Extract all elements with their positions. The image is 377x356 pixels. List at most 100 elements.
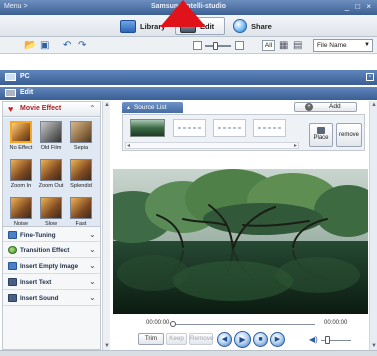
edit-mode-button[interactable]: Edit xyxy=(175,17,225,35)
scroll-left-icon[interactable]: ◂ xyxy=(127,142,130,149)
total-time: 00:00:00 xyxy=(324,320,348,326)
zoom-out-icon[interactable] xyxy=(193,41,202,50)
empty-source-slot[interactable] xyxy=(253,119,286,137)
chevron-down-icon: ⌄ xyxy=(89,261,96,270)
insert-empty-image-item[interactable]: Insert Empty Image ⌄ xyxy=(3,258,100,274)
transition-effect-item[interactable]: Transition Effect ⌄ xyxy=(3,242,100,258)
edit-bar-label: Edit xyxy=(20,89,34,96)
effect-thumbnail xyxy=(40,197,62,219)
effect-splendid[interactable]: Splendid xyxy=(66,159,96,189)
pc-bar[interactable]: PC ▫ xyxy=(0,70,377,85)
effect-thumbnail xyxy=(40,121,62,143)
effect-thumbnail xyxy=(70,159,92,181)
scroll-up-icon[interactable]: ▲ xyxy=(104,102,110,108)
left-panel-scrollbar[interactable]: ▲ ▼ xyxy=(102,101,110,350)
open-folder-icon[interactable]: 📂 xyxy=(24,40,36,51)
source-list-title: Source List xyxy=(133,104,167,111)
effect-label: Splendid xyxy=(70,183,92,189)
place-button[interactable]: Place xyxy=(309,123,333,147)
insert-sound-item[interactable]: Insert Sound ⌄ xyxy=(3,290,100,306)
sort-select[interactable]: File Name ▼ xyxy=(313,39,373,52)
chevron-down-icon: ⌄ xyxy=(89,230,96,239)
zoom-slider-track[interactable] xyxy=(205,45,231,47)
undo-icon[interactable]: ↶ xyxy=(63,40,71,51)
playback-controls: Trim Keep Remove ◀ ▶ ■ ▶ ◀) xyxy=(122,331,365,349)
edit-bar: Edit xyxy=(0,87,377,100)
forest-lake-image xyxy=(113,169,368,314)
keep-button[interactable]: Keep xyxy=(166,333,187,345)
insert-text-item[interactable]: Insert Text ⌄ xyxy=(3,274,100,290)
add-label: Add xyxy=(329,103,341,110)
effect-fast[interactable]: Fast xyxy=(66,197,96,227)
share-label: Share xyxy=(251,21,272,31)
effect-sepia[interactable]: Sepia xyxy=(66,121,96,151)
empty-image-icon xyxy=(8,262,17,270)
remove-clip-button[interactable]: Remove xyxy=(189,333,213,345)
empty-source-slot[interactable] xyxy=(173,119,206,137)
scroll-down-icon[interactable]: ▼ xyxy=(371,343,377,349)
mode-bar: Library Edit Share xyxy=(0,15,377,37)
effect-label: Sepia xyxy=(73,145,89,151)
restore-icon[interactable]: ▫ xyxy=(366,73,374,81)
share-globe-icon xyxy=(233,19,247,33)
stop-icon[interactable]: ■ xyxy=(253,332,268,347)
toolbar: 📂 ▣ ↶ ↷ All ▦ ▤ File Name ▼ xyxy=(0,37,377,54)
remove-source-button[interactable]: remove xyxy=(336,123,362,147)
save-icon[interactable]: ▣ xyxy=(40,40,49,51)
library-mode-button[interactable]: Library xyxy=(120,17,165,35)
library-label: Library xyxy=(140,21,166,31)
redo-icon[interactable]: ↷ xyxy=(78,40,86,51)
zoom-slider-handle[interactable] xyxy=(213,42,218,50)
volume-slider-handle[interactable] xyxy=(325,336,330,344)
edit-icon xyxy=(5,89,16,97)
chevron-down-icon: ⌄ xyxy=(89,245,96,254)
timeline-handle[interactable] xyxy=(170,321,176,327)
insert-sound-label: Insert Sound xyxy=(20,295,59,302)
place-icon xyxy=(317,127,325,134)
edit-film-icon xyxy=(180,19,196,33)
source-list: ◂ ▸ Place remove xyxy=(122,114,365,151)
list-view-icon[interactable]: ▤ xyxy=(293,40,302,51)
trim-button[interactable]: Trim xyxy=(138,333,164,345)
place-label: Place xyxy=(313,135,329,141)
scroll-up-icon[interactable]: ▲ xyxy=(371,102,377,108)
sort-value: File Name xyxy=(317,42,347,49)
sound-icon xyxy=(8,294,17,302)
pc-icon xyxy=(5,73,16,81)
transition-effect-label: Transition Effect xyxy=(20,247,70,254)
all-filter-button[interactable]: All xyxy=(262,40,275,51)
source-list-tab[interactable]: ▲ Source List xyxy=(122,102,183,113)
status-bar xyxy=(0,350,377,356)
editor-scrollbar[interactable]: ▲ ▼ xyxy=(369,101,377,350)
previous-icon[interactable]: ◀ xyxy=(217,332,232,347)
collapse-triangle-icon: ▲ xyxy=(126,105,131,111)
scroll-down-icon[interactable]: ▼ xyxy=(104,343,110,349)
play-icon[interactable]: ▶ xyxy=(234,331,251,348)
scroll-right-icon[interactable]: ▸ xyxy=(294,142,297,149)
timeline: 00:00:00 00:00:00 xyxy=(122,319,365,329)
fine-tuning-item[interactable]: Fine-Tuning ⌄ xyxy=(3,226,100,242)
movie-effect-label: Movie Effect xyxy=(20,105,62,112)
plus-icon: + xyxy=(305,103,313,111)
grid-view-icon[interactable]: ▦ xyxy=(279,40,288,51)
chevron-up-icon[interactable]: ⌃ xyxy=(89,104,96,113)
source-clip-thumbnail[interactable] xyxy=(130,119,165,137)
insert-empty-image-label: Insert Empty Image xyxy=(20,263,79,270)
volume-icon[interactable]: ◀) xyxy=(309,335,318,344)
effect-thumbnail xyxy=(10,121,32,143)
editor-area: ▲ Source List + Add ◂ ▸ Place remove 00:… xyxy=(112,101,369,350)
next-icon[interactable]: ▶ xyxy=(270,332,285,347)
effect-thumbnail xyxy=(10,197,32,219)
add-source-button[interactable]: + Add xyxy=(294,102,357,112)
source-list-scrollbar[interactable]: ◂ ▸ xyxy=(125,142,299,149)
zoom-in-icon[interactable] xyxy=(235,41,244,50)
empty-source-slot[interactable] xyxy=(213,119,246,137)
effect-thumbnail xyxy=(10,159,32,181)
video-preview[interactable] xyxy=(113,169,368,314)
timeline-track[interactable] xyxy=(172,324,315,325)
edit-options-list: Fine-Tuning ⌄ Transition Effect ⌄ Insert… xyxy=(3,226,100,306)
window-controls[interactable]: _ □ × xyxy=(345,2,373,11)
movie-effect-header[interactable]: ♥ Movie Effect ⌃ xyxy=(3,102,100,117)
share-mode-button[interactable]: Share xyxy=(233,17,272,35)
heart-icon: ♥ xyxy=(8,104,14,114)
